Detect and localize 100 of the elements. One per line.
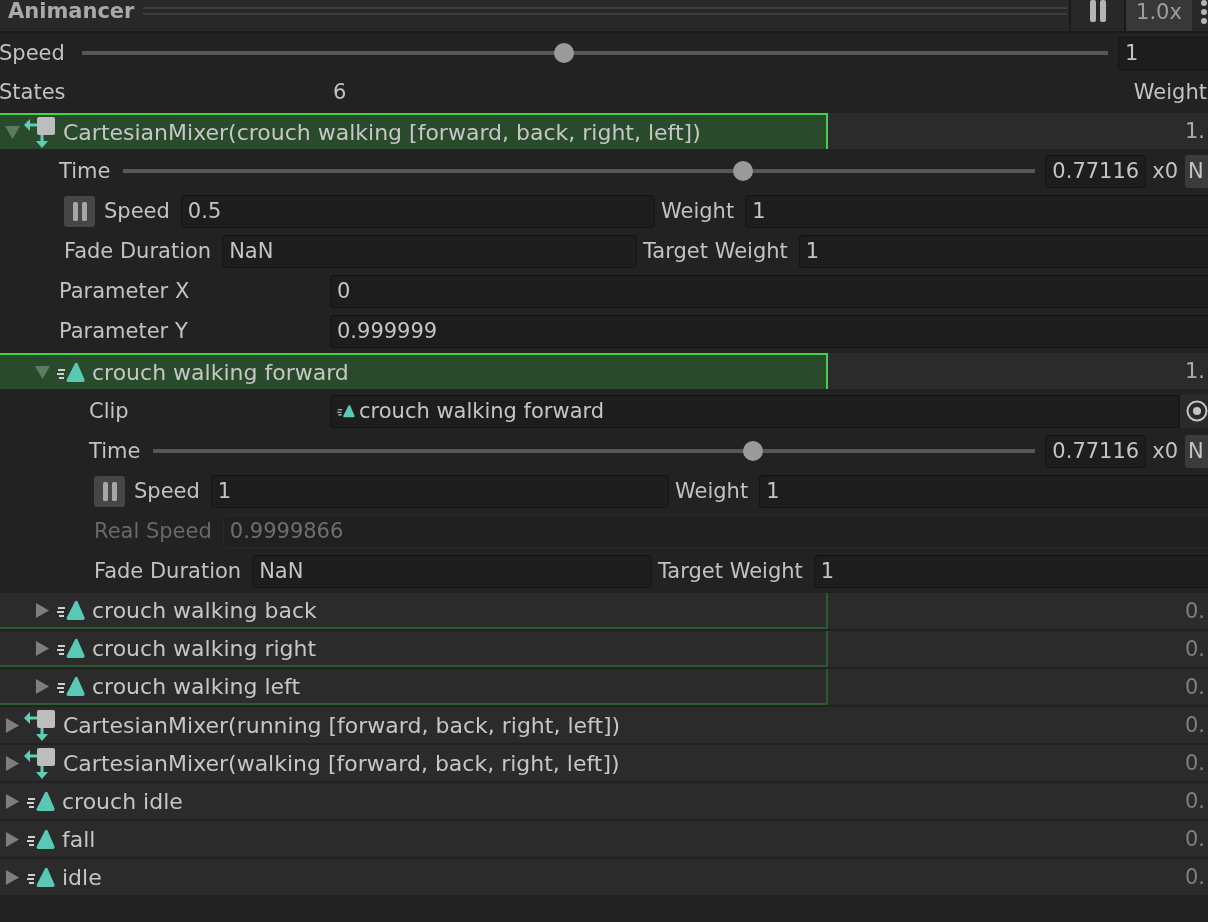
tree-row[interactable]: CartesianMixer(running [forward, back, right, left]) 0. [0,707,1208,743]
slider-thumb[interactable] [733,161,754,181]
number-field[interactable]: 1 [210,474,669,508]
weight-value: 0. [1184,789,1206,813]
state-name: crouch walking forward [92,359,349,385]
field-label: Fade Duration [94,559,242,583]
pause-icon [1089,0,1106,22]
number-field[interactable]: 0 [330,274,1208,308]
caret-right-icon[interactable] [35,678,50,694]
caret-right-icon[interactable] [5,793,20,809]
weight-value: 0. [1184,599,1206,623]
slider-thumb[interactable] [743,441,763,461]
tree-row[interactable]: crouch walking right 0. [0,631,1208,667]
weight-value: 0. [1184,713,1206,737]
multiplier-label: x0 [1152,159,1178,183]
weight-value: 0. [1184,637,1206,661]
moving-triangle-icon [337,404,355,418]
letter-button[interactable]: N [1185,434,1208,468]
square-arrows-icon [24,747,56,779]
field-label: Real Speed [94,519,212,543]
state-name: idle [62,864,102,890]
letter-button[interactable]: N [1185,154,1208,188]
state-name: crouch walking back [92,597,317,623]
number-field[interactable]: 0.999999 [330,314,1208,348]
field-label: Weight [675,479,749,503]
moving-triangle-icon [27,790,55,812]
number-field[interactable]: 0.77116 [1045,154,1147,188]
square-arrows-icon [24,116,56,148]
field-label: Time [89,439,142,463]
number-field[interactable]: NaN [252,554,652,588]
number-field[interactable]: 1 [1118,36,1208,70]
pause-button[interactable] [94,475,125,507]
caret-right-icon[interactable] [35,640,50,656]
weight-value: 0. [1184,675,1206,699]
state-name: CartesianMixer(walking [forward, back, right, left]) [63,750,620,776]
multiplier-label: x0 [1152,439,1178,463]
field-label: Weight [661,199,735,223]
caret-right-icon[interactable] [5,831,20,847]
state-count: 6 [333,80,347,104]
pause-button[interactable] [64,195,95,227]
number-field[interactable]: 1 [813,554,1208,588]
target-button[interactable] [1180,394,1208,428]
moving-triangle-icon [57,361,85,383]
field-label: Fade Duration [64,239,212,263]
field-label: Speed [104,199,170,223]
field-label: Time [59,159,112,183]
tree-row[interactable]: crouch walking back 0. [0,593,1208,629]
square-arrows-icon [24,709,56,741]
caret-down-icon[interactable] [5,124,20,140]
weight-value: 0. [1184,751,1206,775]
moving-triangle-icon [57,637,85,659]
moving-triangle-icon [27,866,55,888]
weight-value: 1. [1184,119,1206,143]
number-field[interactable]: 0.77116 [1045,434,1147,468]
caret-right-icon[interactable] [5,869,20,885]
panel-title: Animancer [7,0,135,23]
field-label: Target Weight [643,239,788,263]
number-field[interactable]: NaN [222,234,637,268]
state-name: CartesianMixer(crouch walking [forward, back, right, left]) [63,119,701,145]
column-header: Weight [1133,80,1208,104]
caret-right-icon[interactable] [5,755,20,771]
tree-row[interactable]: fall 0. [0,821,1208,857]
caret-right-icon[interactable] [5,717,20,733]
number-field[interactable]: 1 [745,194,1208,228]
state-name: crouch walking right [92,635,317,661]
target-icon [1186,400,1208,422]
tree-row[interactable]: CartesianMixer(walking [forward, back, right, left]) 0. [0,745,1208,781]
tree-row[interactable]: crouch idle 0. [0,783,1208,819]
slider-thumb[interactable] [554,43,575,63]
state-name: CartesianMixer(running [forward, back, right, left]) [63,712,621,738]
pause-icon [102,481,117,501]
more-icon[interactable] [1200,0,1208,24]
weight-value: 1. [1184,359,1206,383]
number-field[interactable]: 0.5 [180,194,655,228]
field-label: Clip [89,399,130,423]
field-label: Parameter Y [59,319,189,343]
weight-value: 0. [1184,865,1206,889]
field-label: Parameter X [59,279,191,303]
field-label: Speed [134,479,200,503]
field-label: Speed [0,41,66,65]
caret-down-icon[interactable] [35,364,50,380]
number-field[interactable]: 1 [798,234,1208,268]
pause-icon [72,201,87,221]
tree-row[interactable]: CartesianMixer(crouch walking [forward, back, right, left]) 1. [0,113,1208,149]
state-name: fall [62,826,96,852]
speed-button[interactable]: 1.0x [1124,0,1192,31]
tree-row[interactable]: crouch walking forward 1. [0,353,1208,389]
state-name: crouch walking left [92,673,301,699]
object-field[interactable]: crouch walking forward [330,394,1180,428]
caret-right-icon[interactable] [35,602,50,618]
tree-row[interactable]: idle 0. [0,859,1208,895]
tree-row[interactable]: crouch walking left 0. [0,669,1208,705]
state-name: crouch idle [62,788,183,814]
moving-triangle-icon [57,675,85,697]
moving-triangle-icon [27,828,55,850]
weight-value: 0. [1184,827,1206,851]
field-label: Target Weight [658,559,803,583]
number-field[interactable]: 1 [759,474,1208,508]
moving-triangle-icon [57,599,85,621]
field-label: States [0,80,67,104]
